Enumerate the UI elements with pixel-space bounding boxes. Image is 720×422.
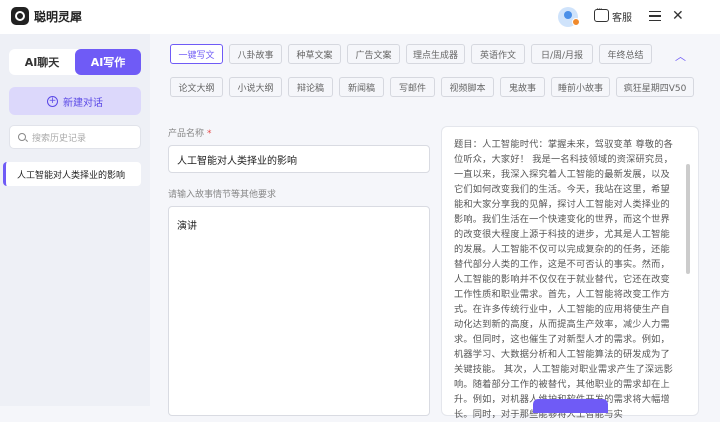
tag-button[interactable]: 视频脚本 bbox=[441, 77, 494, 97]
sidebar: AI聊天 AI写作 + 新建对话 搜索历史记录 人工智能对人类择业的影响 bbox=[0, 34, 150, 406]
requirements-label: 请输入故事情节等其他要求 bbox=[168, 190, 277, 200]
tag-button[interactable]: 新闻稿 bbox=[339, 77, 384, 97]
history-search-input[interactable]: 搜索历史记录 bbox=[9, 125, 141, 149]
search-icon bbox=[18, 133, 26, 141]
tag-button[interactable]: 一键写文 bbox=[170, 44, 223, 64]
new-chat-label: 新建对话 bbox=[63, 97, 103, 109]
tag-button[interactable]: 日/周/月报 bbox=[531, 44, 593, 64]
generated-text: 题目：人工智能时代：掌握未来，驾驭变革 尊敬的各位听众，大家好！ 我是一名科技领… bbox=[454, 139, 674, 420]
tag-button[interactable]: 辩论稿 bbox=[288, 77, 333, 97]
search-placeholder: 搜索历史记录 bbox=[32, 133, 87, 144]
app-logo-icon bbox=[11, 7, 29, 25]
history-item[interactable]: 人工智能对人类择业的影响 bbox=[3, 162, 141, 186]
mode-ai-chat-button[interactable]: AI聊天 bbox=[9, 49, 75, 75]
mode-ai-writing-button[interactable]: AI写作 bbox=[75, 49, 141, 75]
customer-service-icon[interactable] bbox=[594, 5, 609, 22]
requirements-textarea[interactable]: 演讲 bbox=[168, 206, 430, 416]
tag-button[interactable]: 八卦故事 bbox=[229, 44, 282, 64]
tag-button[interactable]: 理点生成器 bbox=[406, 44, 465, 64]
app-title: 聪明灵犀 bbox=[34, 10, 83, 24]
output-panel: 题目：人工智能时代：掌握未来，驾驭变革 尊敬的各位听众，大家好！ 我是一名科技领… bbox=[441, 126, 699, 420]
menu-icon[interactable] bbox=[649, 11, 661, 21]
tag-button[interactable]: 疯狂星期四V50 bbox=[616, 77, 694, 97]
tag-button[interactable]: 鬼故事 bbox=[500, 77, 545, 97]
avatar-badge bbox=[572, 18, 580, 26]
tag-button[interactable]: 睡前小故事 bbox=[551, 77, 610, 97]
tag-button[interactable]: 小说大纲 bbox=[229, 77, 282, 97]
customer-service-label[interactable]: 客服 bbox=[612, 9, 632, 24]
tag-button[interactable]: 年终总结 bbox=[599, 44, 652, 64]
tag-button[interactable]: 广告文案 bbox=[347, 44, 400, 64]
tag-button[interactable]: 英语作文 bbox=[471, 44, 525, 64]
chevron-up-icon[interactable]: ︿ bbox=[675, 48, 686, 64]
generate-button[interactable] bbox=[533, 399, 608, 413]
tag-button[interactable]: 种草文案 bbox=[288, 44, 341, 64]
new-chat-button[interactable]: + 新建对话 bbox=[9, 87, 141, 115]
top-bar: 聪明灵犀 客服 ✕ bbox=[0, 0, 720, 34]
mode-toggle: AI聊天 AI写作 bbox=[9, 49, 141, 75]
tag-button[interactable]: 写邮件 bbox=[390, 77, 435, 97]
product-name-input[interactable]: 人工智能对人类择业的影响 bbox=[168, 145, 430, 173]
product-name-label: 产品名称 * bbox=[168, 129, 212, 139]
close-icon[interactable]: ✕ bbox=[672, 8, 684, 24]
tag-button[interactable]: 论文大纲 bbox=[170, 77, 223, 97]
plus-circle-icon: + bbox=[47, 95, 58, 107]
output-scrollbar[interactable] bbox=[686, 164, 690, 274]
